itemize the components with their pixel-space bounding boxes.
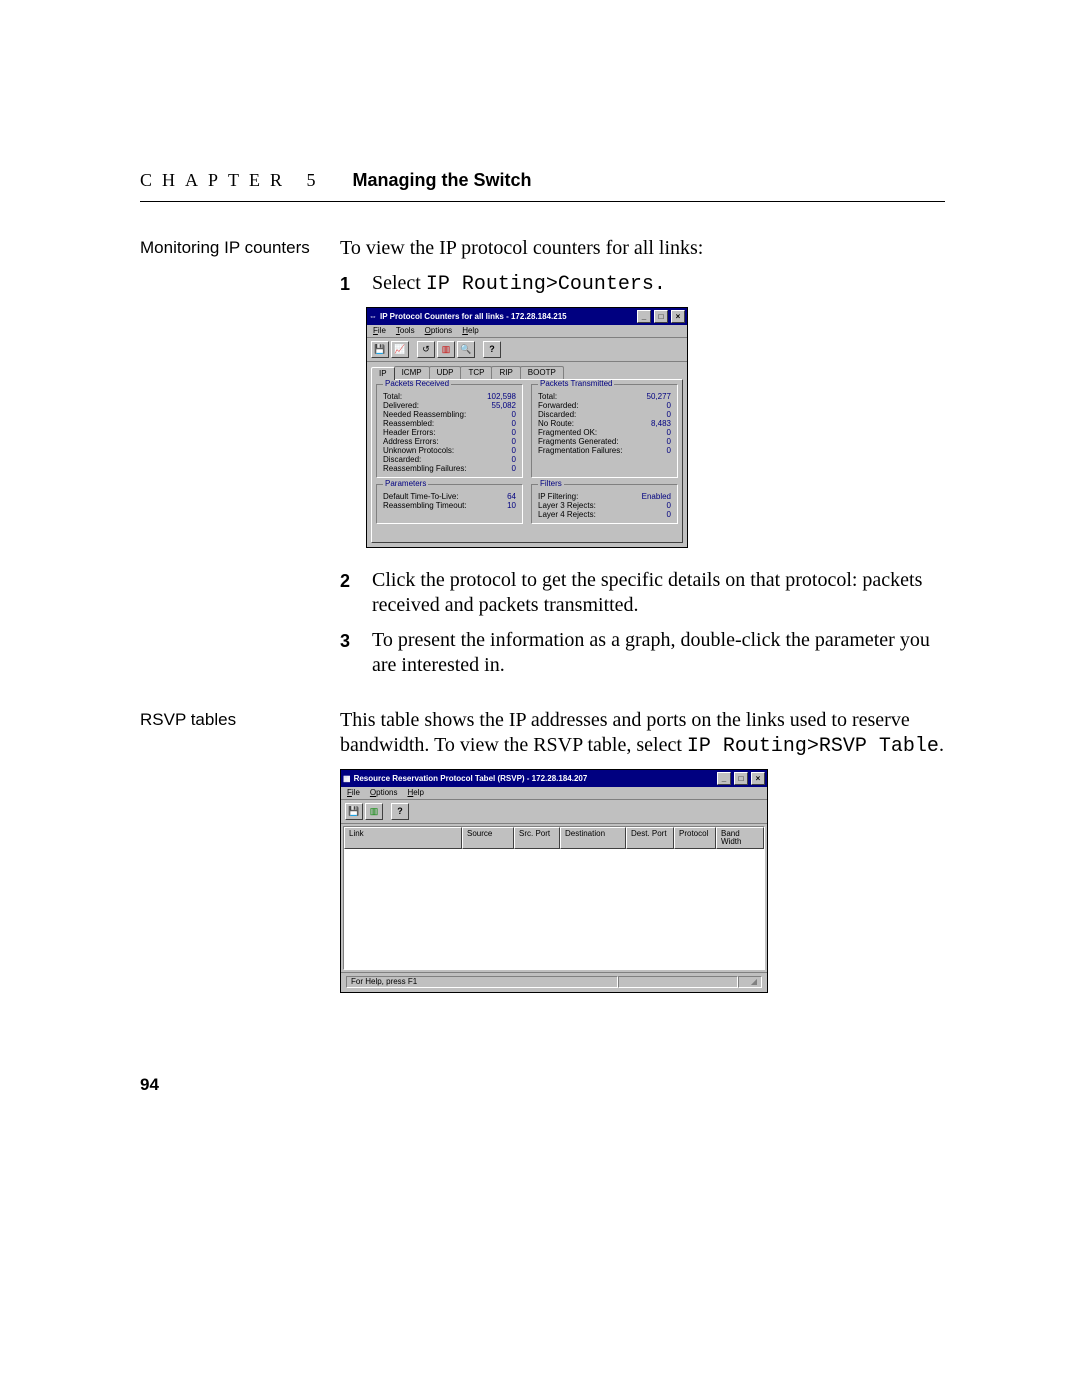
counter-row[interactable]: Unknown Protocols:0 [383, 446, 516, 455]
minimize-icon[interactable]: _ [637, 310, 651, 323]
col-link[interactable]: Link [344, 827, 462, 849]
counter-row[interactable]: Forwarded:0 [538, 401, 671, 410]
win1-titlebar[interactable]: ⇔ IP Protocol Counters for all links - 1… [367, 308, 687, 325]
tab-icmp[interactable]: ICMP [394, 366, 430, 379]
win2-listview[interactable]: Link Source Src. Port Destination Dest. … [343, 826, 765, 970]
counter-row[interactable]: Fragments Generated:0 [538, 437, 671, 446]
win2-title-text: Resource Reservation Protocol Tabel (RSV… [354, 775, 588, 783]
tool-graph-icon[interactable]: 📈 [391, 341, 409, 358]
group-packets-transmitted: Packets Transmitted Total:50,277Forwarde… [531, 384, 678, 478]
step-num-1: 1 [340, 271, 354, 297]
win2-menu-options[interactable]: Options [370, 789, 398, 797]
running-head: CHAPTER 5 Managing the Switch [140, 170, 945, 191]
menu-tools[interactable]: Tools [396, 327, 415, 335]
counter-row[interactable]: Layer 3 Rejects:0 [538, 501, 671, 510]
win1-client: Packets Received Total:102,598Delivered:… [371, 379, 683, 543]
rsvp-window: ▦ Resource Reservation Protocol Tabel (R… [340, 769, 768, 993]
step-num-3: 3 [340, 628, 354, 678]
counter-row[interactable]: Layer 4 Rejects:0 [538, 510, 671, 519]
chapter-label: CHAPTER 5 [140, 170, 326, 190]
win2-menu-file[interactable]: File [347, 789, 360, 797]
close-icon[interactable]: × [671, 310, 685, 323]
col-protocol[interactable]: Protocol [674, 827, 716, 849]
tool-search-icon[interactable]: 🔍 [457, 341, 475, 358]
tab-rip[interactable]: RIP [491, 366, 520, 379]
tab-udp[interactable]: UDP [429, 366, 462, 379]
counter-row[interactable]: Total:50,277 [538, 392, 671, 401]
ip-counters-window: ⇔ IP Protocol Counters for all links - 1… [366, 307, 688, 548]
win1-tabstrip: IP ICMP UDP TCP RIP BOOTP [367, 362, 687, 379]
tab-bootp[interactable]: BOOTP [520, 366, 564, 379]
col-source[interactable]: Source [462, 827, 514, 849]
rsvp-para: This table shows the IP addresses and po… [340, 708, 945, 759]
counter-row[interactable]: Address Errors:0 [383, 437, 516, 446]
resize-grip-icon[interactable]: ◢ [738, 976, 762, 988]
tool-stoplight-icon[interactable]: ▥ [437, 341, 455, 358]
status-pane [618, 976, 738, 988]
step1-text: Select IP Routing>Counters. [372, 271, 945, 297]
win2-statusbar: For Help, press F1 ◢ [341, 972, 767, 992]
win2-appicon: ▦ [343, 775, 351, 783]
counter-row[interactable]: Needed Reassembling:0 [383, 410, 516, 419]
win1-title-text: IP Protocol Counters for all links - 172… [380, 313, 567, 321]
tool-save-icon[interactable]: 💾 [371, 341, 389, 358]
sidehead-monitoring: Monitoring IP counters [140, 236, 340, 688]
col-dest-port[interactable]: Dest. Port [626, 827, 674, 849]
group-parameters: Parameters Default Time-To-Live:64Reasse… [376, 484, 523, 524]
win2-tool-help-icon[interactable]: ? [391, 803, 409, 820]
col-destination[interactable]: Destination [560, 827, 626, 849]
win2-minimize-icon[interactable]: _ [717, 772, 731, 785]
counter-row[interactable]: IP Filtering:Enabled [538, 492, 671, 501]
sidehead-rsvp: RSVP tables [140, 708, 340, 993]
tool-refresh-icon[interactable]: ↺ [417, 341, 435, 358]
win2-tool-save-icon[interactable]: 💾 [345, 803, 363, 820]
counter-row[interactable]: Total:102,598 [383, 392, 516, 401]
win2-tool-stoplight-icon[interactable]: ▥ [365, 803, 383, 820]
counter-row[interactable]: No Route:8,483 [538, 419, 671, 428]
counter-row[interactable]: Delivered:55,082 [383, 401, 516, 410]
group-filters: Filters IP Filtering:EnabledLayer 3 Reje… [531, 484, 678, 524]
counter-row[interactable]: Fragmented OK:0 [538, 428, 671, 437]
tool-help-icon[interactable]: ? [483, 341, 501, 358]
tab-tcp[interactable]: TCP [460, 366, 492, 379]
counter-row[interactable]: Header Errors:0 [383, 428, 516, 437]
intro-text: To view the IP protocol counters for all… [340, 236, 945, 261]
menu-options[interactable]: Options [425, 327, 453, 335]
step3-text: To present the information as a graph, d… [372, 628, 945, 678]
step2-text: Click the protocol to get the specific d… [372, 568, 945, 618]
win2-close-icon[interactable]: × [751, 772, 765, 785]
page-number: 94 [140, 1075, 159, 1095]
win1-menubar: File Tools Options Help [367, 325, 687, 338]
group-packets-received: Packets Received Total:102,598Delivered:… [376, 384, 523, 478]
header-rule [140, 201, 945, 202]
counter-row[interactable]: Discarded:0 [383, 455, 516, 464]
menu-help[interactable]: Help [462, 327, 478, 335]
win2-columns: Link Source Src. Port Destination Dest. … [344, 827, 764, 849]
maximize-icon[interactable]: □ [654, 310, 668, 323]
counter-row[interactable]: Fragmentation Failures:0 [538, 446, 671, 455]
col-src-port[interactable]: Src. Port [514, 827, 560, 849]
win2-menu-help[interactable]: Help [408, 789, 424, 797]
counter-row[interactable]: Reassembling Failures:0 [383, 464, 516, 473]
win2-maximize-icon[interactable]: □ [734, 772, 748, 785]
chapter-title: Managing the Switch [353, 170, 532, 190]
counter-row[interactable]: Reassembled:0 [383, 419, 516, 428]
counter-row[interactable]: Reassembling Timeout:10 [383, 501, 516, 510]
win1-toolbar: 💾 📈 ↺ ▥ 🔍 ? [367, 338, 687, 362]
menu-file[interactable]: File [373, 327, 386, 335]
win2-titlebar[interactable]: ▦ Resource Reservation Protocol Tabel (R… [341, 770, 767, 787]
counter-row[interactable]: Default Time-To-Live:64 [383, 492, 516, 501]
counter-row[interactable]: Discarded:0 [538, 410, 671, 419]
col-bandwidth[interactable]: Band Width [716, 827, 764, 849]
win1-appicon: ⇔ [369, 313, 377, 321]
step-num-2: 2 [340, 568, 354, 618]
win2-menubar: File Options Help [341, 787, 767, 800]
win2-list-body[interactable] [344, 849, 764, 969]
status-help: For Help, press F1 [346, 976, 618, 988]
win2-toolbar: 💾 ▥ ? [341, 800, 767, 824]
